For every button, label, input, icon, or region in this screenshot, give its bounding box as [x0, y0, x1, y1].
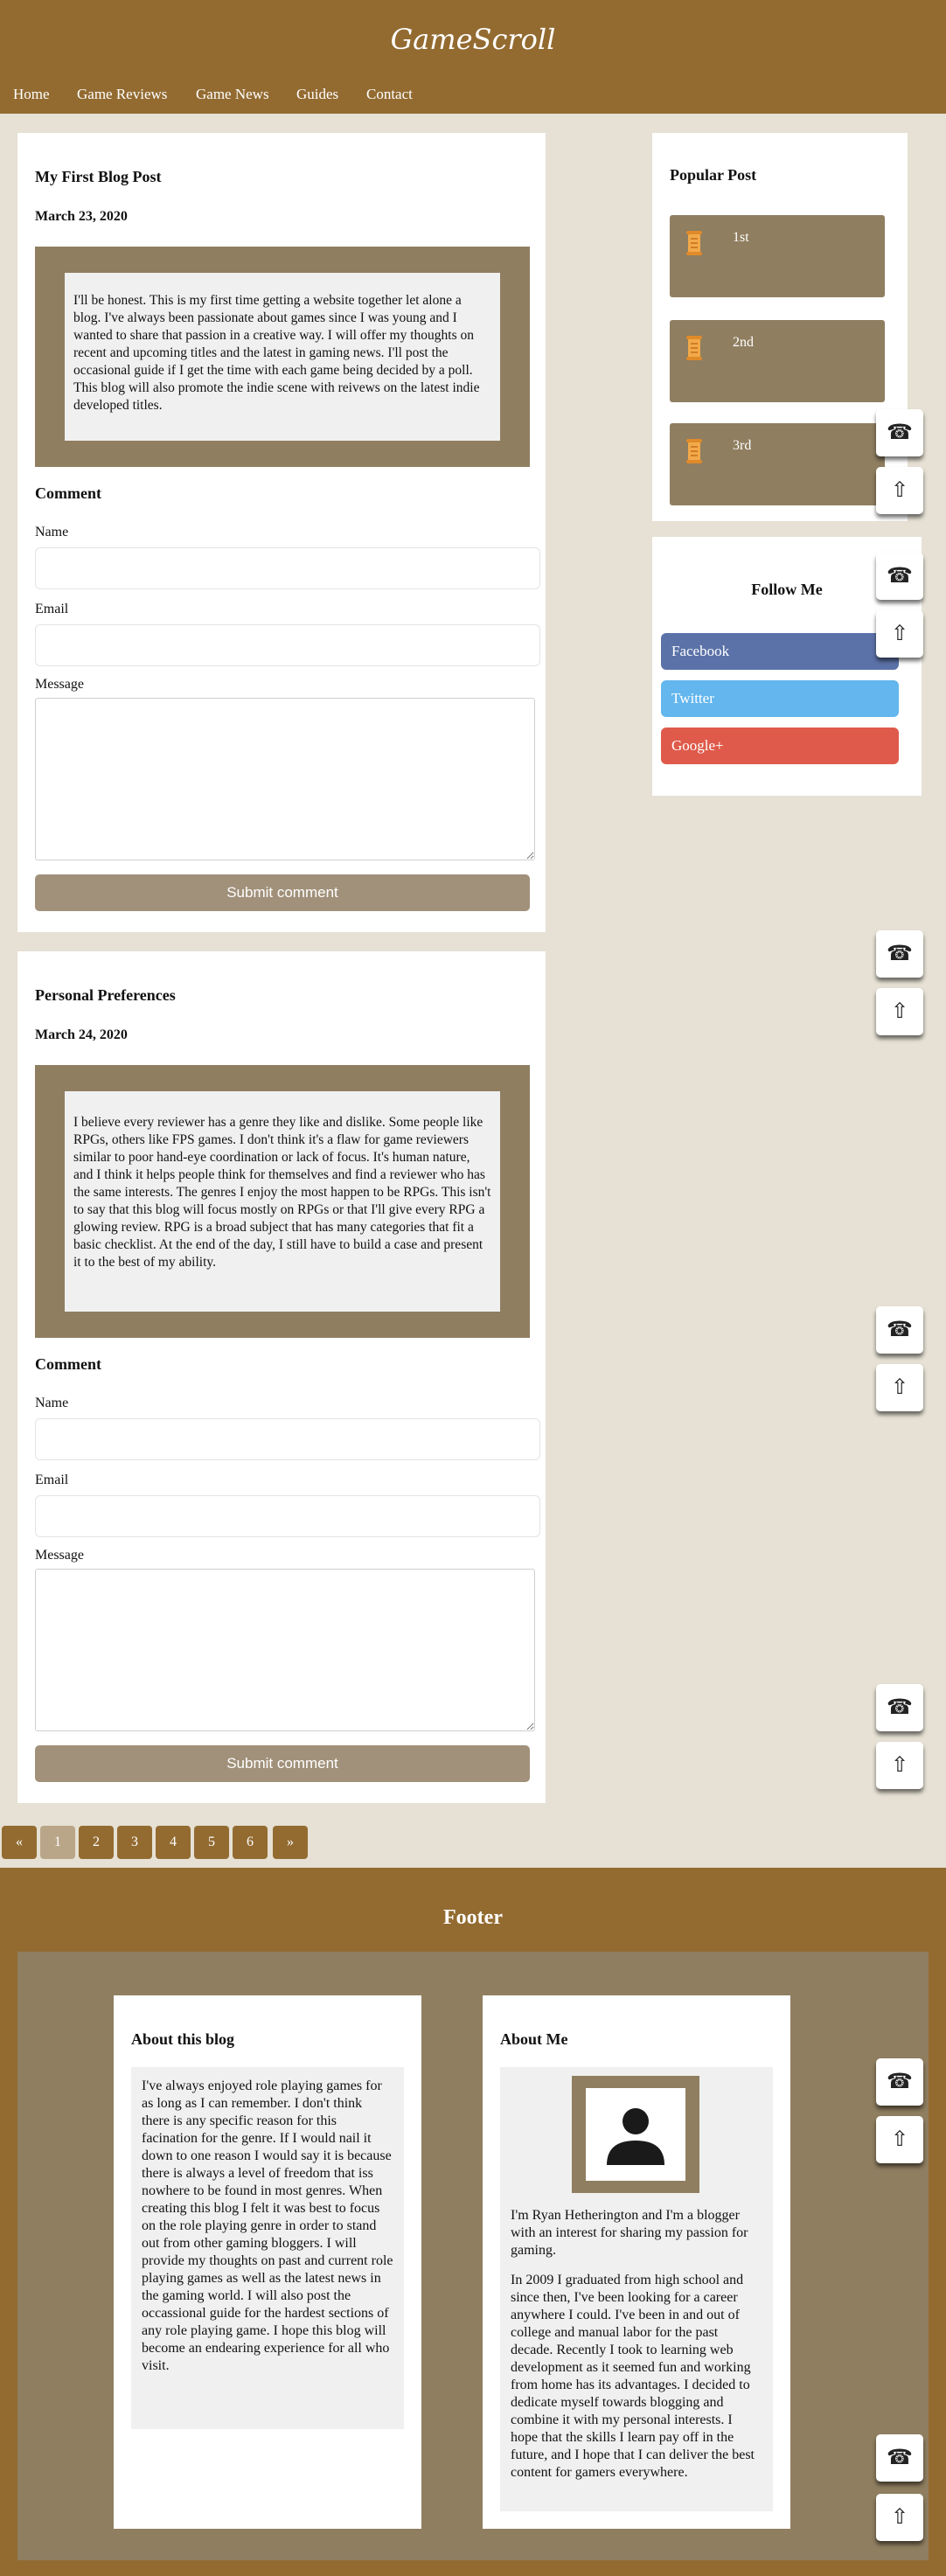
submit-comment-button[interactable]: Submit comment	[35, 874, 530, 911]
phone-icon: ☎	[887, 1696, 913, 1719]
user-avatar-icon	[607, 2108, 664, 2165]
scroll-up-button[interactable]: ⇧	[876, 988, 923, 1035]
about-me-card: About Me I'm Ryan Hetherington and I'm a…	[483, 1995, 790, 2529]
pagination-page-5[interactable]: 5	[194, 1826, 229, 1859]
facebook-button[interactable]: Facebook	[661, 633, 899, 670]
scroll-icon	[686, 439, 702, 463]
nav-game-news[interactable]: Game News	[196, 86, 269, 103]
name-input[interactable]	[35, 547, 540, 589]
about-blog-card: About this blog I've always enjoyed role…	[114, 1995, 421, 2529]
pagination-next[interactable]: »	[273, 1826, 308, 1859]
popular-post-item[interactable]: 3rd	[670, 423, 885, 505]
phone-icon: ☎	[887, 421, 913, 444]
arrow-up-icon: ⇧	[890, 1376, 909, 1399]
scroll-up-button[interactable]: ⇧	[876, 2494, 923, 2541]
nav-contact[interactable]: Contact	[366, 86, 413, 103]
site-title[interactable]: GameScroll	[0, 23, 946, 56]
name-label: Name	[35, 525, 69, 540]
post-title: Personal Preferences	[35, 986, 176, 1004]
arrow-up-icon: ⇧	[890, 623, 909, 645]
nav-home[interactable]: Home	[13, 86, 50, 103]
scroll-up-button[interactable]: ⇧	[876, 610, 923, 658]
comment-heading: Comment	[35, 484, 101, 502]
scroll-up-button[interactable]: ⇧	[876, 1364, 923, 1411]
message-textarea[interactable]	[35, 698, 535, 860]
popular-post-item[interactable]: 1st	[670, 215, 885, 297]
pagination-prev[interactable]: «	[2, 1826, 37, 1859]
nav-guides[interactable]: Guides	[296, 86, 338, 103]
name-input[interactable]	[35, 1418, 540, 1460]
message-textarea[interactable]	[35, 1569, 535, 1731]
scroll-up-button[interactable]: ⇧	[876, 467, 923, 514]
about-me-intro: I'm Ryan Hetherington and I'm a blogger …	[511, 2208, 748, 2258]
email-label: Email	[35, 1472, 69, 1487]
email-input[interactable]	[35, 1495, 540, 1537]
phone-button[interactable]: ☎	[876, 553, 923, 600]
site-footer: Footer About this blog I've always enjoy…	[0, 1868, 946, 2576]
avatar-frame	[572, 2076, 699, 2193]
scroll-icon	[686, 231, 702, 255]
about-blog-text: I've always enjoyed role playing games f…	[131, 2067, 404, 2429]
phone-button[interactable]: ☎	[876, 1684, 923, 1731]
phone-button[interactable]: ☎	[876, 2058, 923, 2106]
scroll-icon	[686, 336, 702, 360]
popular-post-item[interactable]: 2nd	[670, 320, 885, 402]
popular-post-label: 1st	[733, 230, 749, 245]
post-content-frame: I believe every reviewer has a genre the…	[35, 1065, 530, 1338]
phone-button[interactable]: ☎	[876, 409, 923, 456]
arrow-up-icon: ⇧	[890, 1754, 909, 1777]
twitter-button[interactable]: Twitter	[661, 680, 899, 717]
phone-button[interactable]: ☎	[876, 930, 923, 978]
footer-title: Footer	[443, 1906, 503, 1929]
phone-icon: ☎	[887, 565, 913, 588]
blog-post-card: My First Blog Post March 23, 2020 I'll b…	[17, 133, 546, 932]
post-content-frame: I'll be honest. This is my first time ge…	[35, 247, 530, 467]
arrow-up-icon: ⇧	[890, 2506, 909, 2529]
arrow-up-icon: ⇧	[890, 479, 909, 502]
post-body: I believe every reviewer has a genre the…	[65, 1091, 500, 1312]
post-date: March 24, 2020	[35, 1027, 128, 1042]
popular-post-label: 2nd	[733, 335, 754, 350]
phone-button[interactable]: ☎	[876, 1306, 923, 1354]
pagination-page-6[interactable]: 6	[233, 1826, 268, 1859]
about-me-heading: About Me	[500, 2030, 568, 2048]
popular-post-label: 3rd	[733, 438, 752, 453]
message-label: Message	[35, 1548, 84, 1563]
phone-button[interactable]: ☎	[876, 2434, 923, 2482]
phone-icon: ☎	[887, 2071, 913, 2093]
blog-post-card: Personal Preferences March 24, 2020 I be…	[17, 951, 546, 1803]
email-input[interactable]	[35, 624, 540, 666]
about-me-story: In 2009 I graduated from high school and…	[511, 2273, 755, 2480]
site-header: GameScroll Home Game Reviews Game News G…	[0, 0, 946, 114]
popular-post-heading: Popular Post	[670, 166, 757, 184]
message-label: Message	[35, 677, 84, 692]
scroll-up-button[interactable]: ⇧	[876, 2116, 923, 2163]
submit-comment-button[interactable]: Submit comment	[35, 1745, 530, 1782]
arrow-up-icon: ⇧	[890, 2128, 909, 2151]
popular-post-card: Popular Post 1st 2nd 3rd	[652, 133, 908, 521]
nav-game-reviews[interactable]: Game Reviews	[77, 86, 167, 103]
google-plus-button[interactable]: Google+	[661, 728, 899, 764]
name-label: Name	[35, 1396, 69, 1410]
avatar	[586, 2088, 685, 2181]
post-title: My First Blog Post	[35, 168, 162, 185]
arrow-up-icon: ⇧	[890, 1000, 909, 1023]
phone-icon: ☎	[887, 1319, 913, 1341]
pagination-page-1[interactable]: 1	[40, 1826, 75, 1859]
about-blog-heading: About this blog	[131, 2030, 235, 2048]
pagination-page-2[interactable]: 2	[79, 1826, 114, 1859]
about-me-body: I'm Ryan Hetherington and I'm a blogger …	[500, 2067, 773, 2511]
phone-icon: ☎	[887, 2447, 913, 2469]
post-date: March 23, 2020	[35, 209, 128, 224]
pagination-page-3[interactable]: 3	[117, 1826, 152, 1859]
post-body: I'll be honest. This is my first time ge…	[65, 273, 500, 441]
phone-icon: ☎	[887, 943, 913, 965]
pagination-page-4[interactable]: 4	[156, 1826, 191, 1859]
comment-heading: Comment	[35, 1355, 101, 1373]
footer-panel: About this blog I've always enjoyed role…	[17, 1952, 929, 2560]
scroll-up-button[interactable]: ⇧	[876, 1742, 923, 1789]
email-label: Email	[35, 602, 69, 616]
